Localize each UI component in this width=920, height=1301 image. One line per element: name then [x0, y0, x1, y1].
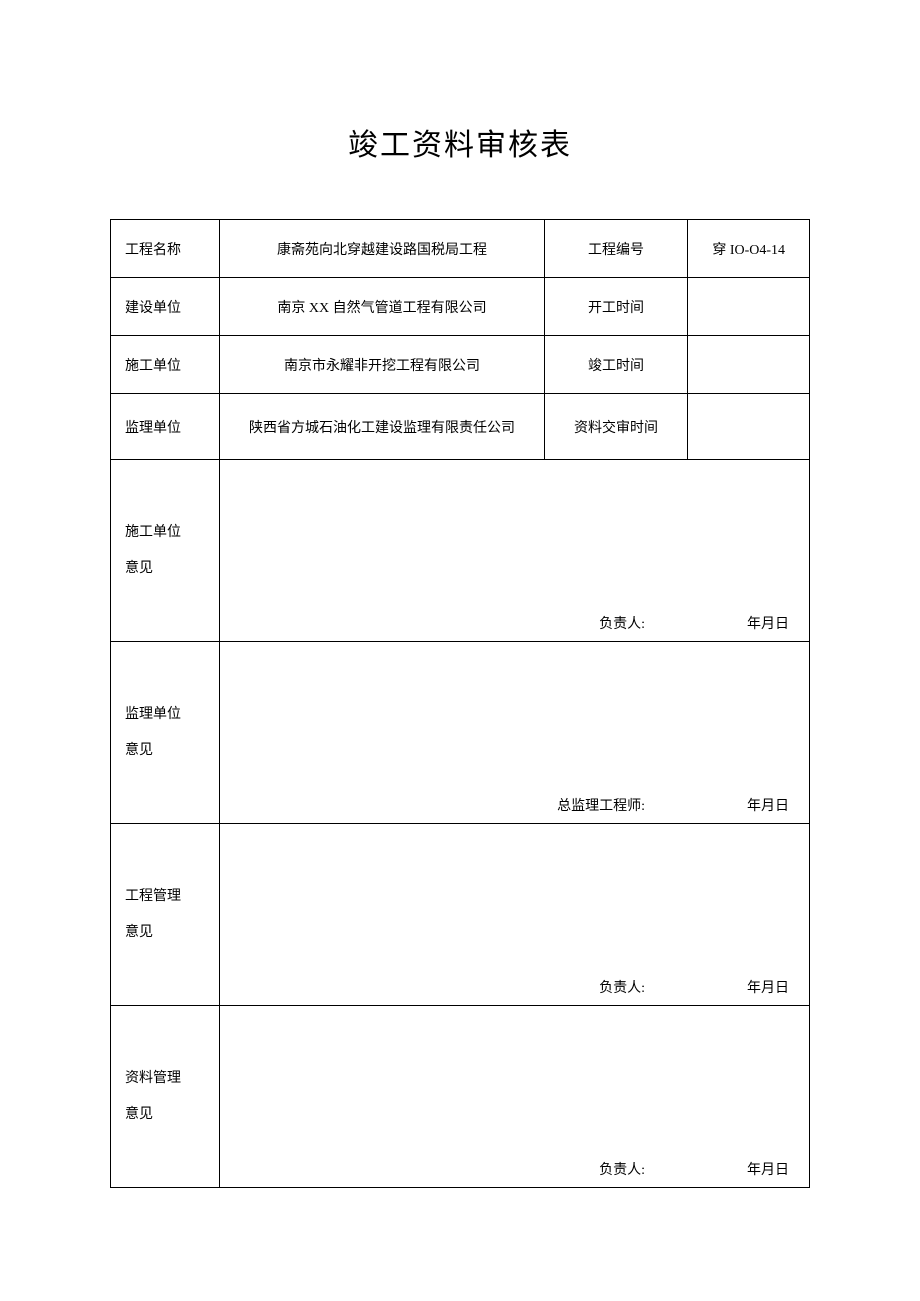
opinion-label-line2: 意见 [125, 915, 209, 951]
doc-mgmt-opinion-content: 负责人: 年月日 [220, 1006, 810, 1188]
table-row: 工程名称 康斋苑向北穿越建设路国税局工程 工程编号 穿 IO-O4-14 [111, 220, 810, 278]
project-number-value: 穿 IO-O4-14 [688, 220, 810, 278]
completion-time-value [688, 336, 810, 394]
contractor-opinion-label: 施工单位 意见 [111, 460, 220, 642]
table-row: 建设单位 南京 XX 自然气管道工程有限公司 开工时间 [111, 278, 810, 336]
date-label: 年月日 [747, 795, 789, 815]
contractor-value: 南京市永耀非开挖工程有限公司 [220, 336, 544, 394]
review-time-label: 资料交审时间 [544, 394, 688, 460]
opinion-label-line1: 工程管理 [125, 879, 209, 915]
table-row: 监理单位 意见 总监理工程师: 年月日 [111, 642, 810, 824]
document-title: 竣工资料审核表 [110, 120, 810, 164]
completion-time-label: 竣工时间 [544, 336, 688, 394]
supervisor-opinion-content: 总监理工程师: 年月日 [220, 642, 810, 824]
table-row: 施工单位 意见 负责人: 年月日 [111, 460, 810, 642]
project-mgmt-opinion-content: 负责人: 年月日 [220, 824, 810, 1006]
project-name-label: 工程名称 [111, 220, 220, 278]
opinion-label-line1: 施工单位 [125, 515, 209, 551]
date-label: 年月日 [747, 1159, 789, 1179]
supervisor-opinion-label: 监理单位 意见 [111, 642, 220, 824]
project-name-value: 康斋苑向北穿越建设路国税局工程 [220, 220, 544, 278]
opinion-label-line2: 意见 [125, 1097, 209, 1133]
contractor-opinion-content: 负责人: 年月日 [220, 460, 810, 642]
opinion-label-line2: 意见 [125, 551, 209, 587]
supervisor-label: 监理单位 [111, 394, 220, 460]
contractor-label: 施工单位 [111, 336, 220, 394]
signer-label: 负责人: [599, 1159, 645, 1179]
signer-label: 负责人: [599, 613, 645, 633]
opinion-label-line1: 资料管理 [125, 1061, 209, 1097]
signer-label: 总监理工程师: [557, 795, 645, 815]
table-row: 工程管理 意见 负责人: 年月日 [111, 824, 810, 1006]
review-time-value [688, 394, 810, 460]
project-mgmt-opinion-label: 工程管理 意见 [111, 824, 220, 1006]
start-time-label: 开工时间 [544, 278, 688, 336]
construction-owner-label: 建设单位 [111, 278, 220, 336]
review-table: 工程名称 康斋苑向北穿越建设路国税局工程 工程编号 穿 IO-O4-14 建设单… [110, 219, 810, 1188]
date-label: 年月日 [747, 613, 789, 633]
signer-label: 负责人: [599, 977, 645, 997]
opinion-label-line2: 意见 [125, 733, 209, 769]
construction-owner-value: 南京 XX 自然气管道工程有限公司 [220, 278, 544, 336]
supervisor-value: 陕西省方城石油化工建设监理有限责任公司 [220, 394, 544, 460]
doc-mgmt-opinion-label: 资料管理 意见 [111, 1006, 220, 1188]
table-row: 施工单位 南京市永耀非开挖工程有限公司 竣工时间 [111, 336, 810, 394]
project-number-label: 工程编号 [544, 220, 688, 278]
start-time-value [688, 278, 810, 336]
table-row: 资料管理 意见 负责人: 年月日 [111, 1006, 810, 1188]
date-label: 年月日 [747, 977, 789, 997]
table-row: 监理单位 陕西省方城石油化工建设监理有限责任公司 资料交审时间 [111, 394, 810, 460]
opinion-label-line1: 监理单位 [125, 697, 209, 733]
